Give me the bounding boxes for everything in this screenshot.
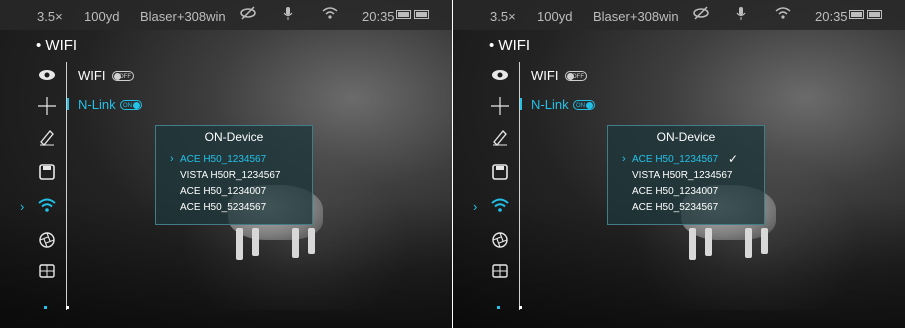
pen-icon[interactable] xyxy=(491,128,509,146)
page-indicator-dot xyxy=(44,306,47,309)
grid-icon[interactable] xyxy=(491,264,509,282)
wifi-status-icon xyxy=(322,6,338,23)
ballistic-profile: Blaser+308win xyxy=(593,9,679,24)
animal-leg xyxy=(252,228,259,256)
save-icon[interactable] xyxy=(491,164,509,182)
wifi-icon[interactable] xyxy=(491,198,509,216)
battery-icon xyxy=(396,10,411,19)
device-item[interactable]: ACE H50_1234567 xyxy=(180,154,266,165)
eye-icon[interactable] xyxy=(491,67,509,85)
menu-title: • WIFI xyxy=(489,37,531,54)
device-selection-arrow: › xyxy=(622,153,626,165)
toggle-state: ON xyxy=(576,103,585,109)
device-selection-arrow: › xyxy=(170,153,174,165)
nlink-option-label[interactable]: N-Link xyxy=(78,97,116,112)
nlink-option-label[interactable]: N-Link xyxy=(531,97,569,112)
animal-leg xyxy=(705,228,712,256)
toggle-knob xyxy=(586,102,593,109)
device-item[interactable]: ACE H50_1234567 xyxy=(632,154,718,165)
page-indicator-dot xyxy=(66,306,69,309)
animal-leg xyxy=(292,228,299,258)
page-indicator-dot xyxy=(519,306,522,309)
toggle-knob xyxy=(567,73,574,80)
menu-title: • WIFI xyxy=(36,37,78,54)
pen-icon[interactable] xyxy=(38,128,56,146)
microphone-icon xyxy=(283,6,293,24)
aperture-icon[interactable] xyxy=(491,232,509,250)
selection-marker xyxy=(67,98,69,110)
animal-leg xyxy=(689,228,696,260)
battery-icon xyxy=(414,10,429,19)
animal-leg xyxy=(236,228,243,260)
distance-readout: 100yd xyxy=(84,9,120,24)
animal-leg xyxy=(761,228,768,254)
wifi-toggle[interactable]: OFF xyxy=(565,71,587,81)
ballistic-profile: Blaser+308win xyxy=(140,9,226,24)
dialog-title: ON-Device xyxy=(204,130,264,144)
connected-check-icon: ✓ xyxy=(728,152,739,166)
animal-leg xyxy=(745,228,752,258)
toggle-knob xyxy=(114,73,121,80)
clock-readout: 20:35 xyxy=(362,9,395,24)
wifi-icon[interactable] xyxy=(38,198,56,216)
battery-icon xyxy=(867,10,882,19)
device-item[interactable]: ACE H50_5234567 xyxy=(632,202,718,213)
toggle-state: ON xyxy=(123,103,132,109)
wifi-toggle[interactable]: OFF xyxy=(112,71,134,81)
device-item[interactable]: ACE H50_5234567 xyxy=(180,202,266,213)
device-item[interactable]: ACE H50_1234007 xyxy=(632,186,718,197)
grid-icon[interactable] xyxy=(38,264,56,282)
page-indicator-dot xyxy=(497,306,500,309)
save-icon[interactable] xyxy=(38,164,56,182)
dialog-title: ON-Device xyxy=(656,130,716,144)
wifi-option-label[interactable]: WIFI xyxy=(531,68,558,83)
crosshair-icon[interactable] xyxy=(491,97,509,115)
microphone-icon xyxy=(736,6,746,24)
crosshair-icon[interactable] xyxy=(38,97,56,115)
distance-readout: 100yd xyxy=(537,9,573,24)
device-item[interactable]: VISTA H50R_1234567 xyxy=(180,170,280,181)
eye-icon[interactable] xyxy=(38,67,56,85)
wifi-option-label[interactable]: WIFI xyxy=(78,68,105,83)
nlink-toggle[interactable]: ON xyxy=(120,100,142,110)
device-item[interactable]: ACE H50_1234007 xyxy=(180,186,266,197)
eye-off-icon xyxy=(240,6,256,23)
nlink-toggle[interactable]: ON xyxy=(573,100,595,110)
status-bar: 3.5× 100yd Blaser+308win 20:35 xyxy=(453,0,905,30)
on-device-dialog: ON-Device › ACE H50_1234567 ✓ VISTA H50R… xyxy=(607,125,765,225)
wifi-status-icon xyxy=(775,6,791,23)
device-item[interactable]: VISTA H50R_1234567 xyxy=(632,170,732,181)
menu-selection-arrow: › xyxy=(473,199,478,214)
magnification-readout: 3.5× xyxy=(490,9,516,24)
status-bar: 3.5× 100yd Blaser+308win 20:35 xyxy=(0,0,452,30)
animal-leg xyxy=(308,228,315,254)
battery-icon xyxy=(849,10,864,19)
aperture-icon[interactable] xyxy=(38,232,56,250)
clock-readout: 20:35 xyxy=(815,9,848,24)
device-screen-left: 3.5× 100yd Blaser+308win 20:35 • WIFI › xyxy=(0,0,452,328)
menu-selection-arrow: › xyxy=(20,199,25,214)
eye-off-icon xyxy=(693,6,709,23)
selection-marker xyxy=(520,98,522,110)
toggle-knob xyxy=(133,102,140,109)
device-screen-right: 3.5× 100yd Blaser+308win 20:35 • WIFI › xyxy=(453,0,905,328)
on-device-dialog: ON-Device › ACE H50_1234567 VISTA H50R_1… xyxy=(155,125,313,225)
magnification-readout: 3.5× xyxy=(37,9,63,24)
